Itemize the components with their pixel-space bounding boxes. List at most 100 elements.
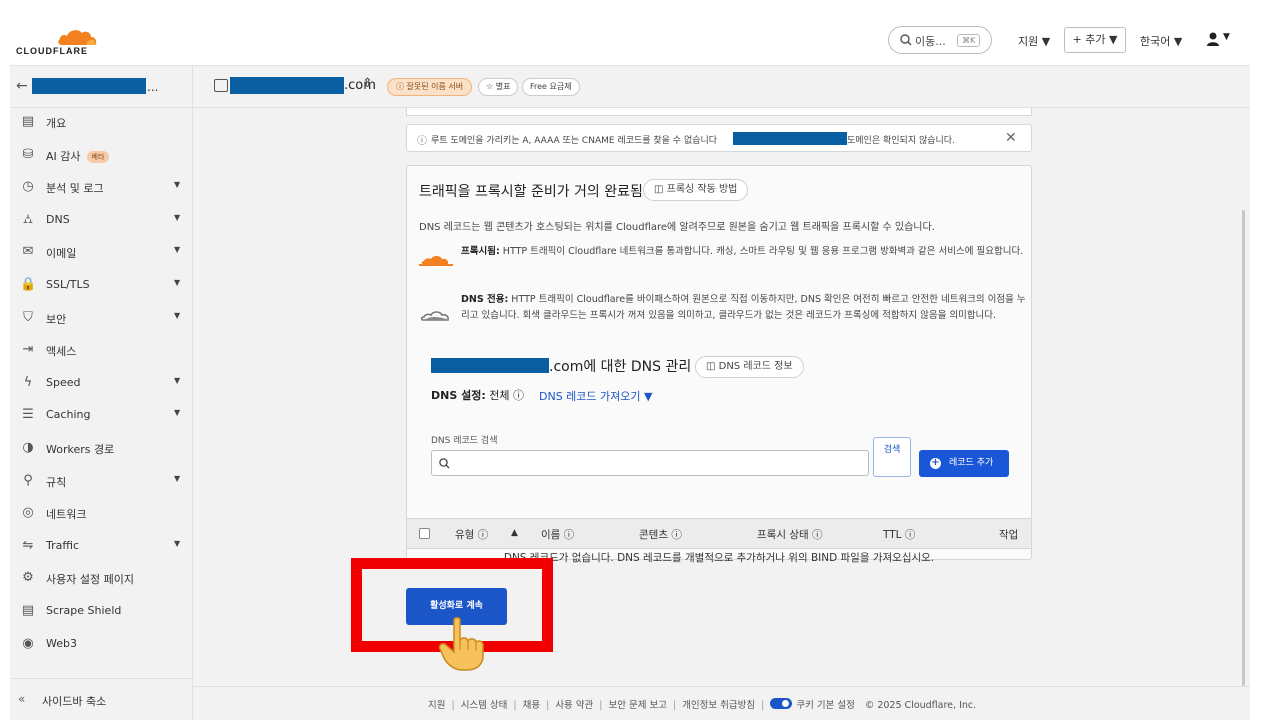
- footer-link[interactable]: 지원: [428, 700, 445, 711]
- card-description: DNS 레코드는 웹 콘텐츠가 호스팅되는 위치를 Cloudflare에 알려…: [419, 222, 935, 233]
- sidebar-item-custom-pages[interactable]: ⚙ 사용자 설정 페이지: [10, 566, 192, 592]
- sidebar-item-text: 네트워크: [46, 508, 87, 522]
- column-type[interactable]: 유형 ⓘ: [455, 527, 488, 542]
- sidebar-item-traffic[interactable]: ⇋ Traffic ▼: [10, 534, 192, 560]
- sidebar-item-lock[interactable]: 🔒 SSL/TLS ▼: [10, 273, 192, 299]
- dns-record-search-input[interactable]: [431, 450, 869, 476]
- dns-record-info-link[interactable]: ◫ DNS 레코드 정보: [695, 356, 804, 378]
- cloudflare-logo[interactable]: CLOUDFLARE: [16, 26, 106, 60]
- sidebar-item-web3[interactable]: ◉ Web3: [10, 632, 192, 658]
- sidebar-item-label: 보안: [46, 311, 66, 327]
- sidebar-item-speed[interactable]: ϟ Speed ▼: [10, 371, 192, 397]
- workers-icon: ◑: [22, 440, 34, 455]
- sidebar-item-analytics[interactable]: ◷ 분석 및 로그 ▼: [10, 175, 192, 201]
- sidebar-item-label: Caching: [46, 408, 90, 421]
- chevron-down-icon: ▼: [174, 180, 181, 190]
- sidebar-item-text: Scrape Shield: [46, 604, 122, 617]
- cookie-preferences-link[interactable]: 쿠키 기본 설정: [770, 698, 855, 711]
- sidebar-item-workers[interactable]: ◑ Workers 경로: [10, 436, 192, 462]
- column-proxy-status[interactable]: 프록시 상태 ⓘ: [757, 527, 822, 542]
- column-content[interactable]: 콘텐츠 ⓘ: [639, 527, 682, 542]
- sidebar-item-ai-audit[interactable]: ⛁ AI 감사 베타: [10, 143, 192, 169]
- account-menu-button[interactable]: ▼: [1206, 31, 1234, 49]
- close-icon[interactable]: ✕: [1005, 130, 1017, 146]
- chevron-down-icon: ▼: [174, 278, 181, 287]
- how-proxy-works-link[interactable]: ◫ 프록싱 작동 방법: [643, 179, 749, 201]
- pointing-hand-icon: [438, 617, 484, 671]
- sidebar-item-network[interactable]: ◎ 네트워크: [10, 501, 192, 527]
- missing-record-notice: ⓘ 루트 도메인을 가리키는 A, AAAA 또는 CNAME 레코드를 찾을 …: [406, 124, 1032, 152]
- footer-separator: |: [672, 700, 677, 711]
- card-title: 트래픽을 프록시할 준비가 거의 완료됨: [419, 184, 643, 200]
- add-record-label: 레코드 추가: [949, 458, 994, 468]
- sidebar-item-access[interactable]: ⇥ 액세스: [10, 338, 192, 364]
- dns-settings-label: DNS 설정:: [431, 389, 486, 402]
- main-scrollbar[interactable]: [1242, 210, 1245, 686]
- footer-link[interactable]: 개인정보 취급방침: [682, 700, 755, 711]
- shield-icon: ⛉: [23, 309, 33, 325]
- column-ttl[interactable]: TTL ⓘ: [883, 527, 915, 542]
- sidebar-item-text: Workers 경로: [46, 443, 115, 456]
- ai-audit-icon: ⛁: [22, 146, 34, 162]
- account-chevron: ▼: [1223, 32, 1230, 42]
- sidebar-item-text: 액세스: [46, 345, 77, 359]
- keyboard-shortcut-hint: ⌘K: [957, 34, 981, 47]
- network-icon: ◎: [22, 505, 34, 521]
- sidebar-item-label: Web3: [46, 637, 77, 650]
- dns-settings-value[interactable]: 전체 ⓘ: [489, 389, 524, 402]
- account-name-ellipsis: ...: [147, 80, 159, 94]
- star-badge[interactable]: ☆ 별표: [478, 78, 519, 96]
- sidebar-item-dns[interactable]: ⛼ DNS ▼: [10, 208, 192, 234]
- sidebar-item-text: 사용자 설정 페이지: [46, 573, 134, 587]
- sidebar-item-label: DNS: [46, 213, 70, 226]
- sidebar-item-email[interactable]: ✉ 이메일 ▼: [10, 240, 192, 266]
- sidebar-item-label: 규칙: [46, 474, 66, 490]
- sidebar-item-label: Scrape Shield: [46, 604, 121, 617]
- gray-cloud-icon: [420, 311, 449, 321]
- sidebar: ▤ 개요 ⛁ AI 감사 베타 ◷ 분석 및 로그 ▼ ⛼ DNS ▼ ✉ 이메일 ▼ 🔒 SSL/TLS ▼ ⛉…: [10, 108, 192, 678]
- page-footer: 지원 | 시스템 상태 | 채용 | 사용 약관 | 보안 문제 보고 | 개인정보 취급방침 | 쿠키…: [193, 686, 1250, 720]
- web3-icon: ◉: [22, 635, 34, 651]
- footer-link[interactable]: 채용: [523, 700, 540, 711]
- sidebar-item-scrape-shield[interactable]: ▤ Scrape Shield: [10, 599, 192, 625]
- sidebar-item-shield[interactable]: ⛉ 보안 ▼: [10, 306, 192, 332]
- sidebar-divider: [192, 66, 193, 720]
- invalid-nameservers-badge[interactable]: ⓘ 잘못된 이름 서버: [387, 78, 473, 96]
- sidebar-item-text: 이메일: [46, 247, 77, 261]
- import-dns-records-menu[interactable]: DNS 레코드 가져오기 ▼: [539, 388, 652, 404]
- sidebar-item-label: 분석 및 로그: [46, 180, 104, 196]
- select-all-checkbox[interactable]: [419, 528, 430, 539]
- cookie-preferences-label: 쿠키 기본 설정: [796, 700, 855, 711]
- sidebar-item-rules[interactable]: ⚲ 규칙 ▼: [10, 469, 192, 495]
- chevron-down-icon: ▼: [174, 212, 181, 222]
- sort-ascending-icon[interactable]: ▲: [511, 528, 518, 538]
- add-record-button[interactable]: + 레코드 추가: [919, 450, 1009, 477]
- footer-link[interactable]: 사용 약관: [555, 700, 593, 711]
- support-menu[interactable]: 지원 ▼: [1018, 33, 1050, 49]
- sidebar-item-document[interactable]: ▤ 개요: [10, 110, 192, 136]
- footer-link[interactable]: 시스템 상태: [461, 700, 508, 711]
- redacted-account-name: [32, 78, 146, 94]
- dns-settings: DNS 설정: 전체 ⓘ: [431, 387, 524, 403]
- collapse-sidebar-label: 사이드바 축소: [42, 695, 107, 708]
- language-menu[interactable]: 한국어 ▼: [1140, 33, 1182, 49]
- sidebar-item-caching[interactable]: ☰ Caching ▼: [10, 403, 192, 429]
- domain-switcher-icon[interactable]: ⇕: [362, 76, 373, 91]
- dns-setup-card: 트래픽을 프록시할 준비가 거의 완료됨 ◫ 프록싱 작동 방법 DNS 레코드…: [406, 165, 1032, 564]
- plan-badge[interactable]: Free 요금제: [522, 78, 580, 96]
- search-button[interactable]: 검색: [873, 437, 911, 477]
- quick-search-button[interactable]: 이동... ⌘K: [888, 26, 992, 54]
- collapse-sidebar-button[interactable]: « 사이드바 축소: [10, 678, 192, 720]
- sidebar-item-label: 액세스: [46, 343, 76, 359]
- beta-badge: 베타: [86, 150, 110, 163]
- sidebar-item-label: 이메일: [46, 245, 76, 261]
- column-name[interactable]: 이름 ⓘ: [541, 527, 574, 542]
- sidebar-item-label: SSL/TLS: [46, 278, 90, 291]
- sidebar-item-label: Speed: [46, 376, 80, 389]
- search-icon: [900, 34, 912, 46]
- add-menu-button[interactable]: + 추가 ▼: [1064, 27, 1126, 53]
- back-arrow-icon[interactable]: ←: [16, 78, 28, 94]
- dns-management-title: .com에 대한 DNS 관리: [549, 359, 692, 375]
- sidebar-item-label: Workers 경로: [46, 441, 114, 457]
- footer-link[interactable]: 보안 문제 보고: [609, 700, 667, 711]
